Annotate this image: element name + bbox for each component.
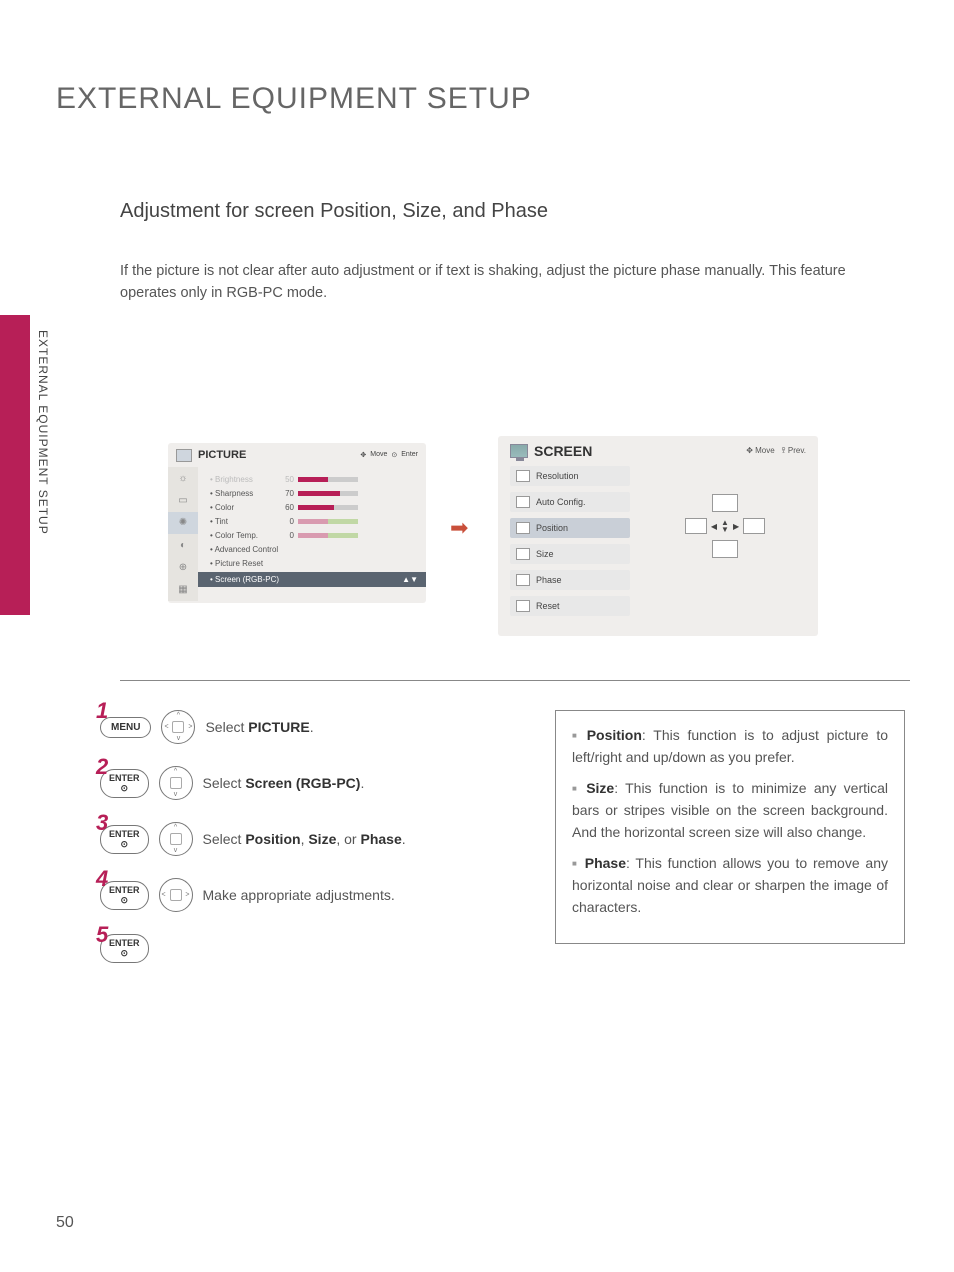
osd-screen-item-resolution[interactable]: Resolution xyxy=(510,466,630,486)
step-4: 4 ENTER⊙ <> Make appropriate adjustments… xyxy=(100,878,520,912)
osd-row-reset[interactable]: • Picture Reset xyxy=(210,556,418,570)
step-1: 1 MENU ^v<> Select PICTURE. xyxy=(100,710,520,744)
page-title: EXTERNAL EQUIPMENT SETUP xyxy=(56,82,532,116)
osd-screen-item-size[interactable]: Size xyxy=(510,544,630,564)
picture-icon xyxy=(176,449,192,462)
size-icon xyxy=(516,548,530,560)
info-item-position: Position: This function is to adjust pic… xyxy=(572,725,888,768)
osd-screen-nav-hint: ✥ Move ꕉ Prev. xyxy=(746,446,806,456)
dpad-icon[interactable]: ^v<> xyxy=(161,710,195,744)
info-box: Position: This function is to adjust pic… xyxy=(555,710,905,944)
osd-tab-icon[interactable]: ▦ xyxy=(168,579,198,601)
side-section-label: EXTERNAL EQUIPMENT SETUP xyxy=(36,330,50,535)
phase-icon xyxy=(516,574,530,586)
osd-row-color-temp[interactable]: • Color Temp. 0 xyxy=(210,528,418,542)
osd-picture-nav-hint: ✥Move ⊙Enter xyxy=(360,451,418,459)
updown-icon: ▲▼ xyxy=(402,575,418,584)
step-text: Select Screen (RGB-PC). xyxy=(203,775,365,791)
osd-screen-header: SCREEN ✥ Move ꕉ Prev. xyxy=(498,436,818,466)
preview-thumb xyxy=(712,540,738,558)
osd-screen-title: SCREEN xyxy=(534,443,592,459)
dpad-icon[interactable]: <> xyxy=(159,878,193,912)
section-heading: Adjustment for screen Position, Size, an… xyxy=(120,200,548,223)
preview-thumb xyxy=(743,518,765,534)
step-number: 4 xyxy=(96,866,108,892)
info-item-size: Size: This function is to minimize any v… xyxy=(572,778,888,843)
osd-screen-items: Resolution Auto Config. Position Size Ph… xyxy=(510,466,630,616)
osd-row-tint[interactable]: • Tint 0 xyxy=(210,514,418,528)
osd-tab-icon[interactable]: ✺ xyxy=(168,512,198,534)
step-2: 2 ENTER⊙ ^v Select Screen (RGB-PC). xyxy=(100,766,520,800)
osd-row-brightness[interactable]: • Brightness 50 xyxy=(210,472,418,486)
resolution-icon xyxy=(516,470,530,482)
side-accent-bar xyxy=(0,315,30,615)
osd-row-advanced[interactable]: • Advanced Control xyxy=(210,542,418,556)
step-number: 5 xyxy=(96,922,108,948)
dpad-icon[interactable]: ^v xyxy=(159,822,193,856)
info-item-phase: Phase: This function allows you to remov… xyxy=(572,853,888,918)
osd-tab-icon[interactable]: ▭ xyxy=(168,489,198,511)
position-icon xyxy=(516,522,530,534)
auto-config-icon xyxy=(516,496,530,508)
intro-paragraph: If the picture is not clear after auto a… xyxy=(120,260,900,305)
osd-picture-title: PICTURE xyxy=(198,449,246,461)
arrow-right-icon: ➡ xyxy=(450,515,468,541)
step-text: Select Position, Size, or Phase. xyxy=(203,831,406,847)
monitor-icon xyxy=(510,444,528,458)
osd-tab-icon[interactable]: ◐ xyxy=(168,534,198,556)
step-text: Make appropriate adjustments. xyxy=(203,887,395,903)
step-number: 1 xyxy=(96,698,108,724)
down-arrow-icon[interactable]: ▼ xyxy=(721,526,729,533)
step-number: 3 xyxy=(96,810,108,836)
steps-list: 1 MENU ^v<> Select PICTURE. 2 ENTER⊙ ^v … xyxy=(100,710,520,985)
osd-picture-header: PICTURE ✥Move ⊙Enter xyxy=(168,443,426,467)
section-divider xyxy=(120,680,910,681)
osd-screen-item-reset[interactable]: Reset xyxy=(510,596,630,616)
step-number: 2 xyxy=(96,754,108,780)
osd-row-sharpness[interactable]: • Sharpness 70 xyxy=(210,486,418,500)
osd-picture-list: • Brightness 50 • Sharpness 70 • Color 6… xyxy=(198,467,426,601)
osd-screen-preview: ◀ ▲ ▼ ▶ xyxy=(644,466,806,616)
osd-tab-icon[interactable]: ⊕ xyxy=(168,556,198,578)
dpad-icon[interactable]: ^v xyxy=(159,766,193,800)
page-number: 50 xyxy=(56,1214,74,1232)
preview-thumb xyxy=(712,494,738,512)
osd-screen-item-phase[interactable]: Phase xyxy=(510,570,630,590)
step-text: Select PICTURE. xyxy=(205,719,313,735)
preview-thumb xyxy=(685,518,707,534)
step-5: 5 ENTER⊙ xyxy=(100,934,520,963)
step-3: 3 ENTER⊙ ^v Select Position, Size, or Ph… xyxy=(100,822,520,856)
osd-row-screen-rgb-pc[interactable]: • Screen (RGB-PC) ▲▼ xyxy=(198,572,426,587)
osd-picture-panel: PICTURE ✥Move ⊙Enter ☼ ▭ ✺ ◐ ⊕ ▦ • Brigh… xyxy=(168,443,426,603)
osd-screen-item-position[interactable]: Position xyxy=(510,518,630,538)
reset-icon xyxy=(516,600,530,612)
position-control[interactable]: ◀ ▲ ▼ ▶ xyxy=(685,518,765,534)
right-arrow-icon[interactable]: ▶ xyxy=(733,522,739,531)
osd-category-tabs: ☼ ▭ ✺ ◐ ⊕ ▦ xyxy=(168,467,198,601)
left-arrow-icon[interactable]: ◀ xyxy=(711,522,717,531)
osd-screen-panel: SCREEN ✥ Move ꕉ Prev. Resolution Auto Co… xyxy=(498,436,818,636)
osd-tab-icon[interactable]: ☼ xyxy=(168,467,198,489)
osd-row-color[interactable]: • Color 60 xyxy=(210,500,418,514)
osd-screen-item-auto-config[interactable]: Auto Config. xyxy=(510,492,630,512)
